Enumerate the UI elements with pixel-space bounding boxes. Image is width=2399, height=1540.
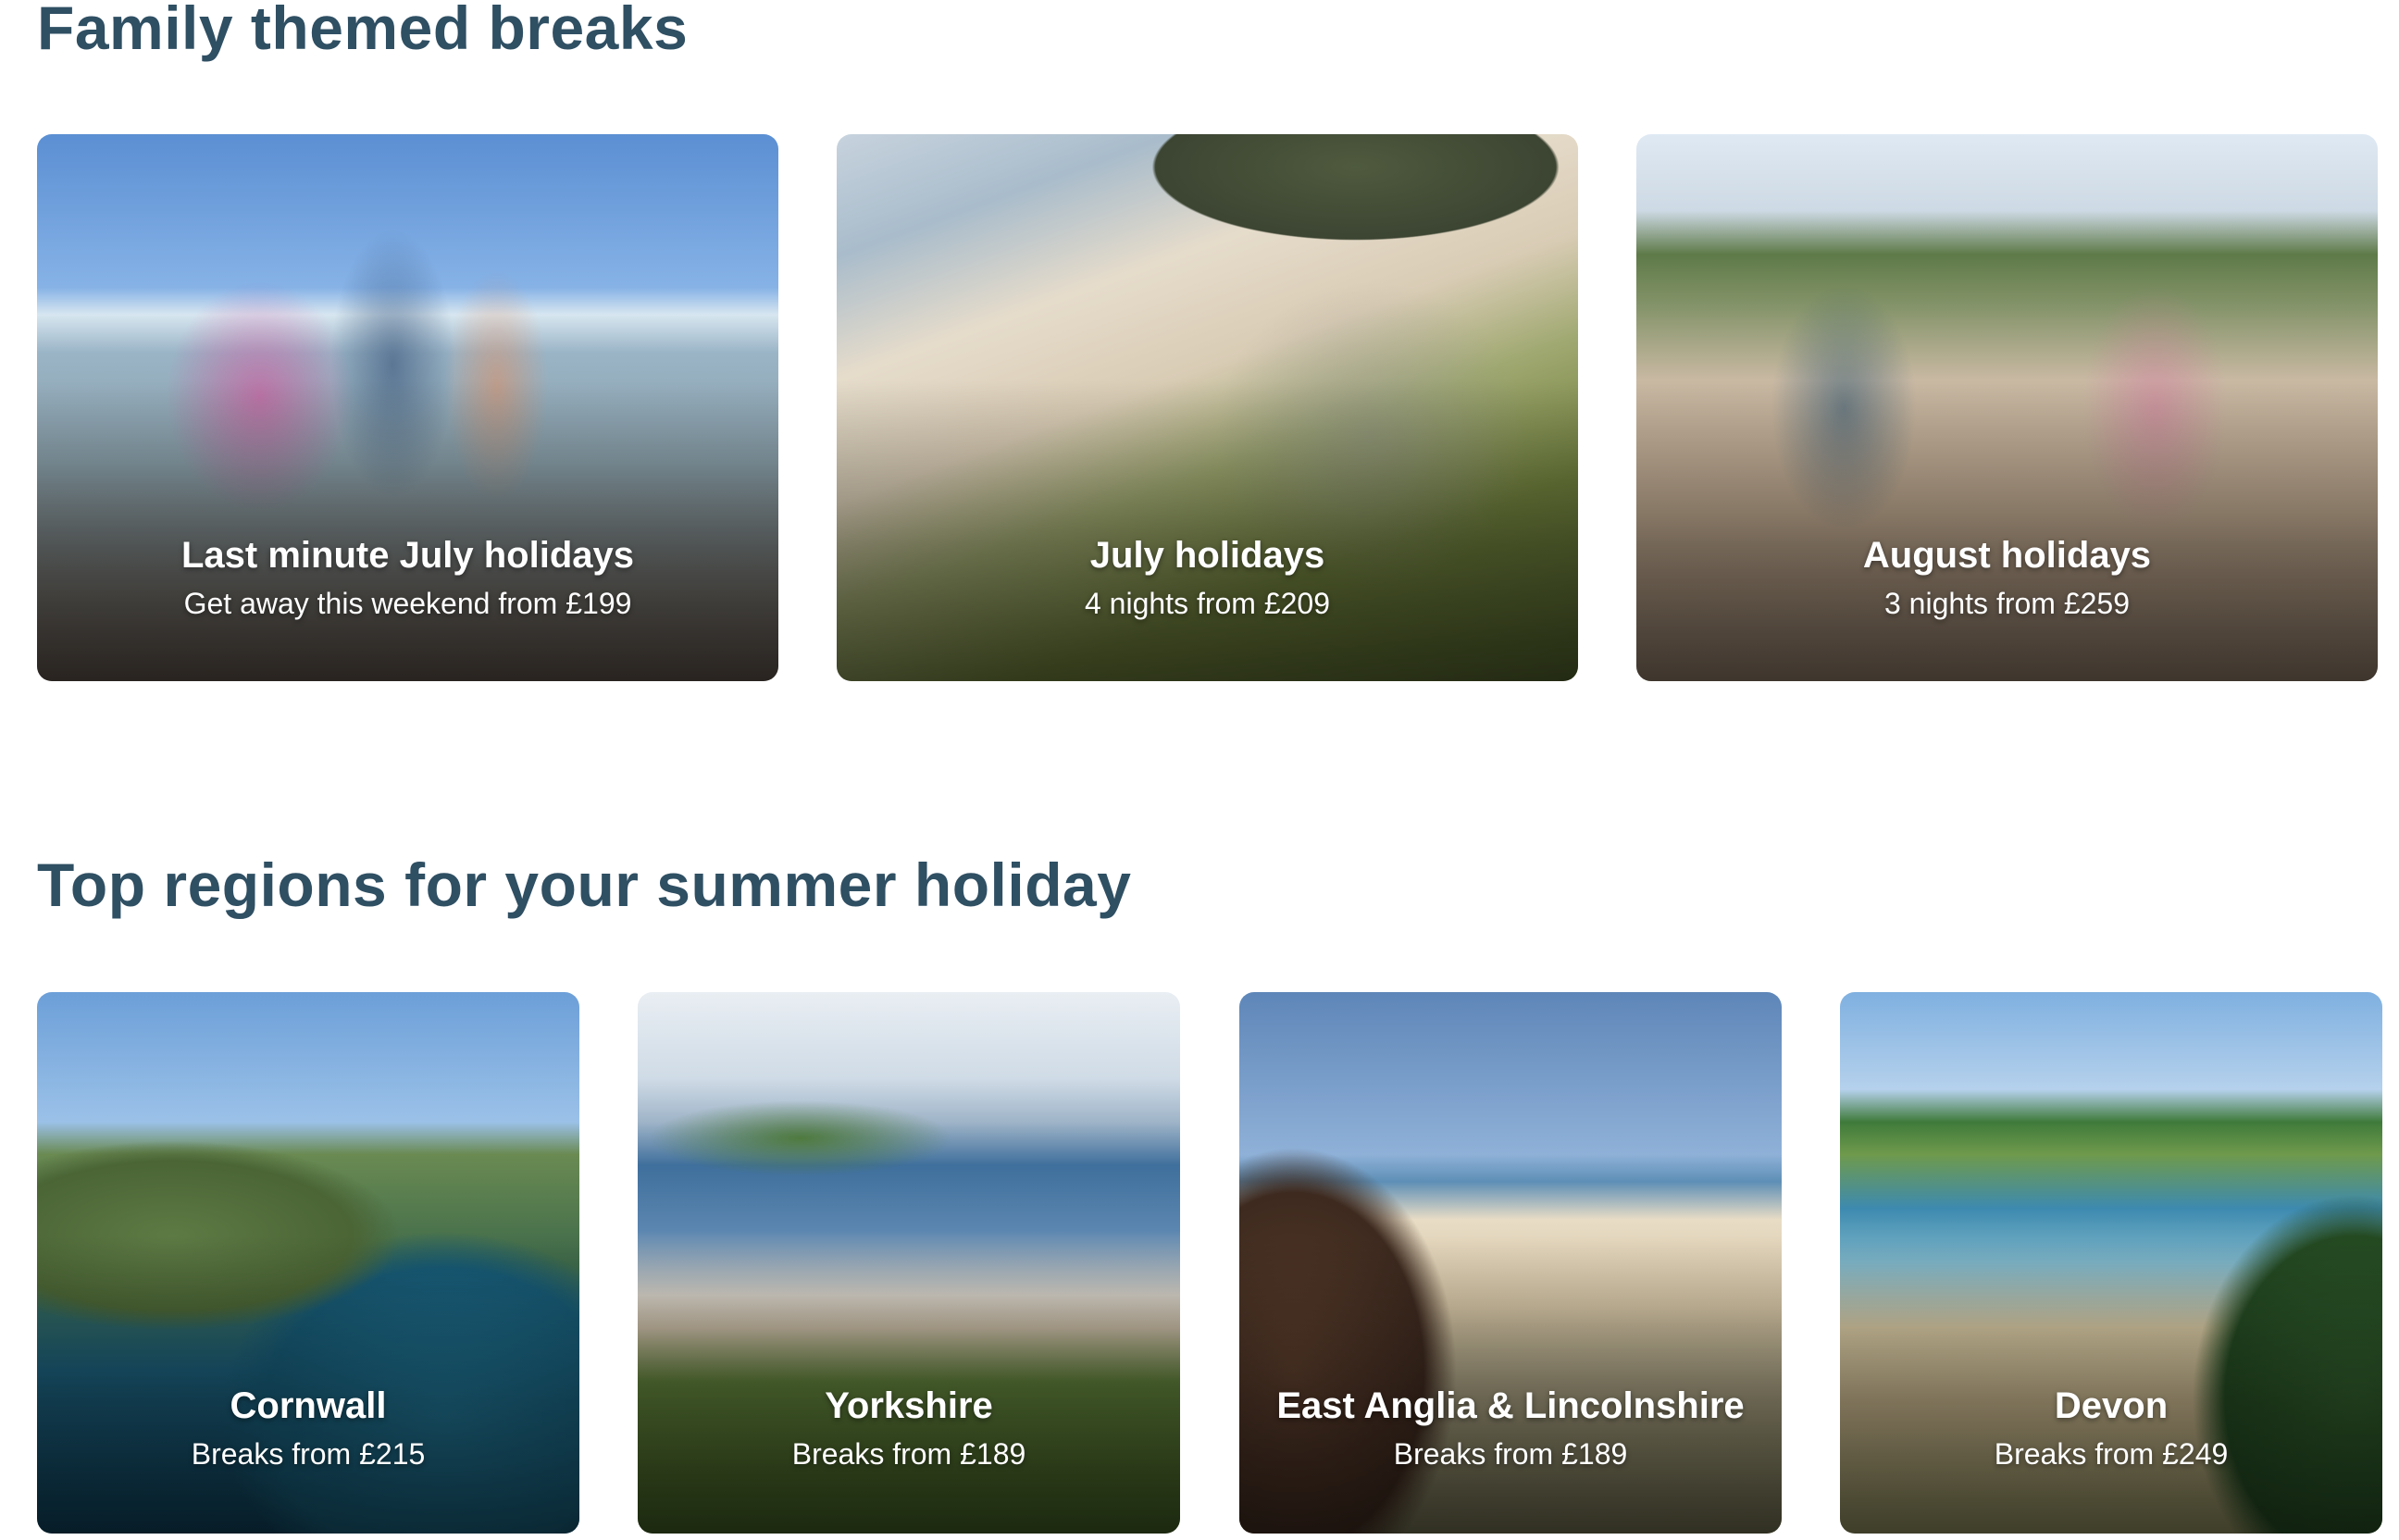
card-price: 3 nights from £259 [1883,587,2131,621]
card-august-holidays[interactable]: August holidays 3 nights from £259 [1636,134,2378,681]
card-july-holidays[interactable]: July holidays 4 nights from £209 [837,134,1578,681]
card-east-anglia-lincolnshire[interactable]: East Anglia & Lincolnshire Breaks from £… [1239,992,1782,1534]
page: Family themed breaks Last minute July ho… [0,0,2399,1540]
card-price: Breaks from £189 [1393,1437,1628,1472]
card-price: Breaks from £215 [191,1437,426,1472]
card-caption: Last minute July holidays Get away this … [37,533,778,624]
family-breaks-heading: Family themed breaks [37,0,689,62]
card-title: Devon [2054,1385,2169,1427]
card-title: East Anglia & Lincolnshire [1276,1385,1745,1427]
card-caption: East Anglia & Lincolnshire Breaks from £… [1239,1384,1782,1474]
card-price: Get away this weekend from £199 [183,587,632,621]
regions-heading: Top regions for your summer holiday [37,851,1132,919]
card-title: Yorkshire [825,1385,993,1427]
card-caption: Devon Breaks from £249 [1840,1384,2382,1474]
image-overlay [837,379,1578,681]
image-overlay [1636,379,2378,681]
card-cornwall[interactable]: Cornwall Breaks from £215 [37,992,579,1534]
card-caption: Yorkshire Breaks from £189 [638,1384,1180,1474]
card-title: July holidays [1089,535,1325,577]
card-title: Last minute July holidays [180,535,634,577]
card-caption: July holidays 4 nights from £209 [837,533,1578,624]
card-caption: August holidays 3 nights from £259 [1636,533,2378,624]
card-last-minute-july[interactable]: Last minute July holidays Get away this … [37,134,778,681]
card-devon[interactable]: Devon Breaks from £249 [1840,992,2382,1534]
card-caption: Cornwall Breaks from £215 [37,1384,579,1474]
card-price: Breaks from £189 [791,1437,1026,1472]
card-title: August holidays [1862,535,2152,577]
card-yorkshire[interactable]: Yorkshire Breaks from £189 [638,992,1180,1534]
image-overlay [37,379,778,681]
card-price: Breaks from £249 [1994,1437,2229,1472]
card-title: Cornwall [230,1385,387,1427]
card-price: 4 nights from £209 [1084,587,1331,621]
